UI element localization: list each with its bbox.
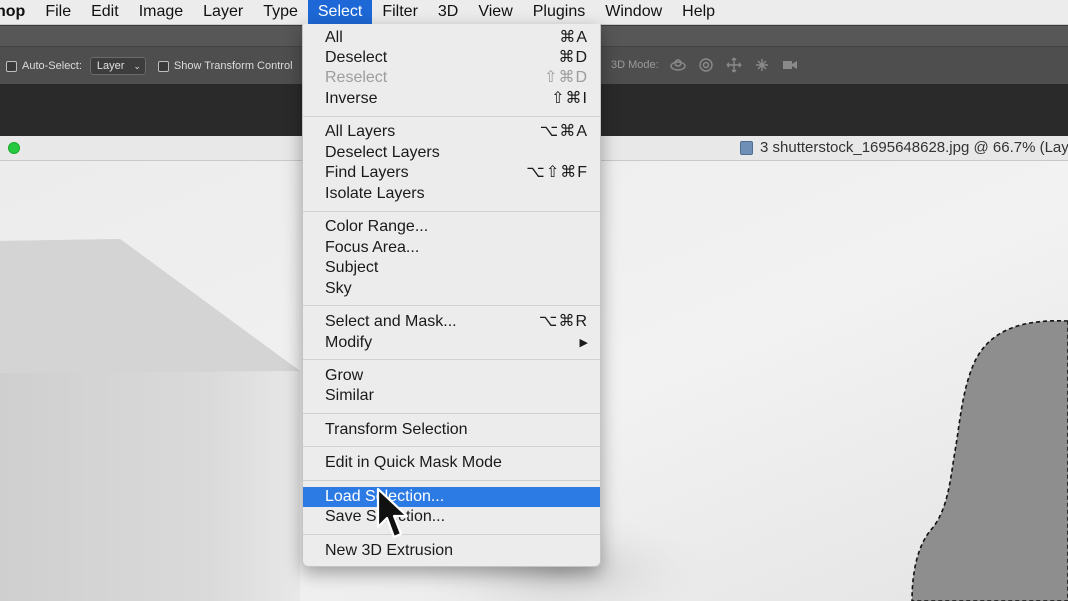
menu-separator [303, 359, 600, 360]
menu-separator [303, 534, 600, 535]
menu-item-all[interactable]: All ⌘A [303, 28, 600, 48]
label-grow: Grow [325, 367, 364, 384]
menu-plugins[interactable]: Plugins [523, 0, 595, 24]
roll-icon[interactable] [697, 57, 715, 73]
label-modify: Modify [325, 334, 373, 351]
label-isolate-layers: Isolate Layers [325, 185, 425, 202]
menu-item-grow[interactable]: Grow [303, 366, 600, 386]
label-transform-selection: Transform Selection [325, 421, 468, 438]
shortcut-reselect: ⇧⌘D [544, 69, 588, 86]
menu-layer[interactable]: Layer [193, 0, 253, 24]
move-tool-options: Auto-Select: Layer ⌄ Show Transform Cont… [6, 57, 293, 75]
label-subject: Subject [325, 259, 379, 276]
label-select-and-mask: Select and Mask... [325, 313, 457, 330]
menu-separator [303, 305, 600, 306]
shortcut-all-layers: ⌥⌘A [539, 123, 588, 140]
label-all: All [325, 29, 343, 46]
menu-item-deselect-layers[interactable]: Deselect Layers [303, 143, 600, 163]
label-find-layers: Find Layers [325, 164, 409, 181]
document-tab[interactable]: 3 shutterstock_1695648628.jpg @ 66.7% (L… [740, 139, 1068, 156]
menu-separator [303, 413, 600, 414]
orbit-icon[interactable] [669, 57, 687, 73]
show-transform-checkbox[interactable] [157, 60, 169, 72]
menu-item-inverse[interactable]: Inverse ⇧⌘I [303, 89, 600, 109]
menu-item-color-range[interactable]: Color Range... [303, 217, 600, 237]
menu-separator [303, 480, 600, 481]
menu-filter[interactable]: Filter [372, 0, 428, 24]
menu-view[interactable]: View [468, 0, 522, 24]
label-reselect: Reselect [325, 69, 388, 86]
menu-edit[interactable]: Edit [81, 0, 129, 24]
select-menu-dropdown: All ⌘A Deselect ⌘D Reselect ⇧⌘D Inverse … [302, 24, 601, 567]
auto-select-checkbox[interactable] [6, 60, 17, 72]
shortcut-find-layers: ⌥⇧⌘F [526, 164, 588, 181]
shortcut-deselect: ⌘D [558, 49, 588, 66]
3d-mode-group: 3D Mode: [611, 57, 799, 73]
label-focus-area: Focus Area... [325, 239, 420, 256]
menu-separator [303, 446, 600, 447]
submenu-arrow-icon: ▶ [579, 337, 588, 349]
auto-select-dropdown[interactable]: Layer ⌄ [89, 57, 146, 75]
label-color-range: Color Range... [325, 218, 429, 235]
menu-item-find-layers[interactable]: Find Layers ⌥⇧⌘F [303, 163, 600, 183]
label-sky: Sky [325, 280, 352, 297]
mouse-pointer-icon [376, 487, 409, 539]
menu-item-new-3d-extrusion[interactable]: New 3D Extrusion [303, 541, 600, 561]
menu-item-subject[interactable]: Subject [303, 258, 600, 278]
menu-item-similar[interactable]: Similar [303, 386, 600, 406]
menu-image[interactable]: Image [129, 0, 193, 24]
menu-help[interactable]: Help [672, 0, 725, 24]
menu-item-isolate-layers[interactable]: Isolate Layers [303, 184, 600, 204]
label-all-layers: All Layers [325, 123, 396, 140]
shortcut-inverse: ⇧⌘I [551, 90, 588, 107]
menu-item-quick-mask[interactable]: Edit in Quick Mask Mode [303, 453, 600, 473]
menu-3d[interactable]: 3D [428, 0, 468, 24]
menu-file[interactable]: File [35, 0, 81, 24]
menu-item-select-and-mask[interactable]: Select and Mask... ⌥⌘R [303, 312, 600, 332]
3d-mode-label: 3D Mode: [611, 59, 659, 71]
menu-bar: hop File Edit Image Layer Type Select Fi… [0, 0, 1068, 25]
zoom-window-button[interactable] [8, 142, 20, 154]
app-name[interactable]: hop [0, 3, 35, 21]
pan-icon[interactable] [725, 57, 743, 73]
menu-item-transform-selection[interactable]: Transform Selection [303, 420, 600, 440]
label-similar: Similar [325, 387, 374, 404]
camera-icon[interactable] [781, 57, 799, 73]
image-file-icon [740, 140, 753, 155]
menu-type[interactable]: Type [253, 0, 308, 24]
label-deselect-layers: Deselect Layers [325, 144, 440, 161]
menu-item-save-selection[interactable]: Save Selection... [303, 507, 600, 527]
document-title: 3 shutterstock_1695648628.jpg @ 66.7% (L… [760, 139, 1068, 156]
menu-separator [303, 116, 600, 117]
label-quick-mask: Edit in Quick Mask Mode [325, 454, 502, 471]
label-new-3d-extrusion: New 3D Extrusion [325, 542, 454, 559]
menu-item-deselect[interactable]: Deselect ⌘D [303, 48, 600, 68]
slide-icon[interactable] [753, 57, 771, 73]
menu-item-reselect[interactable]: Reselect ⇧⌘D [303, 68, 600, 88]
menu-item-load-selection[interactable]: Load Selection... [303, 487, 600, 507]
menu-window[interactable]: Window [595, 0, 672, 24]
auto-select-value: Layer [96, 60, 125, 72]
menu-item-sky[interactable]: Sky [303, 279, 600, 299]
chevron-down-icon: ⌄ [133, 60, 141, 71]
menu-item-all-layers[interactable]: All Layers ⌥⌘A [303, 122, 600, 142]
show-transform-label: Show Transform Control [173, 60, 293, 72]
menu-item-modify[interactable]: Modify ▶ [303, 333, 600, 353]
label-deselect: Deselect [325, 49, 388, 66]
shortcut-select-and-mask: ⌥⌘R [539, 313, 588, 330]
menu-separator [303, 211, 600, 212]
shortcut-all: ⌘A [559, 29, 588, 46]
label-inverse: Inverse [325, 90, 378, 107]
menu-item-focus-area[interactable]: Focus Area... [303, 238, 600, 258]
auto-select-label: Auto-Select: [22, 60, 82, 72]
menu-select[interactable]: Select [307, 0, 373, 24]
